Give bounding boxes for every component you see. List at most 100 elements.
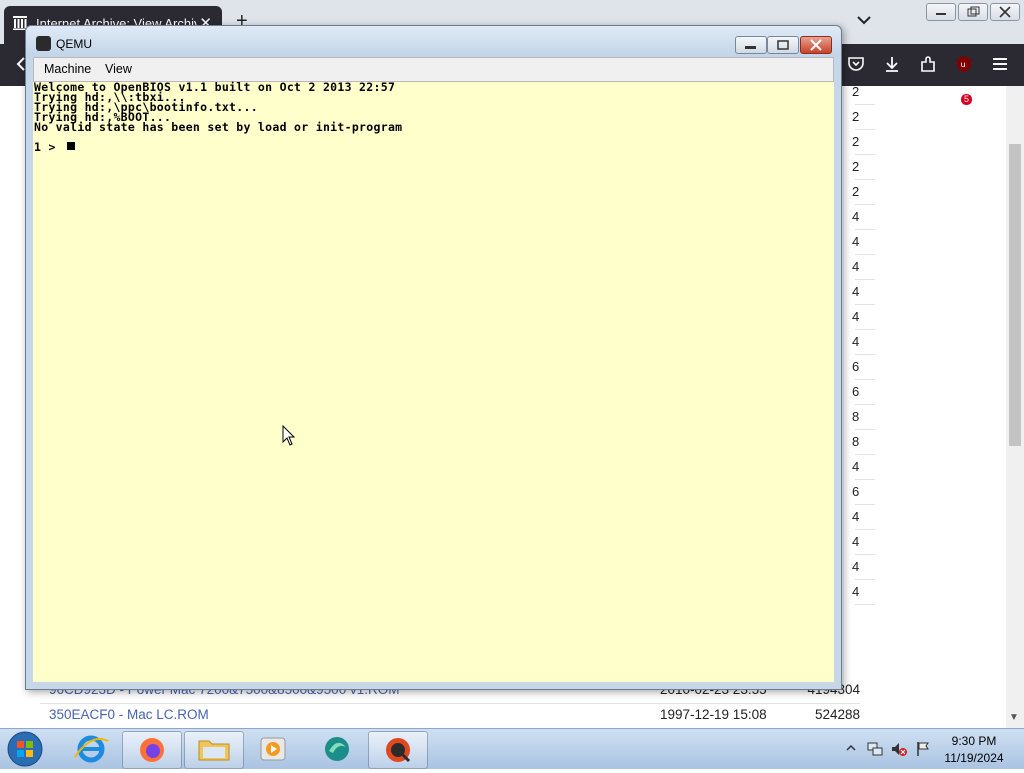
partial-size-digit: 4 [852,459,860,474]
download-icon[interactable] [882,54,902,74]
pocket-icon[interactable] [846,54,866,74]
clock-date[interactable]: 11/19/2024 [940,751,1008,765]
folder-icon [198,740,230,761]
partial-size-digit: 4 [852,534,860,549]
partial-size-digit: 6 [852,384,860,399]
qemu-icon [386,738,411,763]
browser-close-button[interactable] [990,3,1020,21]
hamburger-menu-icon[interactable] [990,54,1010,74]
qemu-display[interactable]: Welcome to OpenBIOS v1.1 built on Oct 2 … [33,81,834,682]
partial-size-digit: 8 [852,409,860,424]
taskbar-app[interactable] [308,731,366,767]
app-icon [325,737,349,761]
qemu-menubar: Machine View [33,57,834,82]
minimize-icon [936,13,946,15]
row-size: 524288 [814,707,860,722]
page-scroll-thumb[interactable] [1009,144,1021,446]
row-divider [855,354,875,355]
page-scrollbar[interactable]: ▼ [1006,86,1024,728]
menu-machine[interactable]: Machine [44,62,91,76]
partial-size-digit: 2 [852,84,860,99]
start-orb-icon[interactable] [5,730,45,768]
console-line: No valid state has been set by load or i… [34,120,403,134]
row-divider [855,304,875,305]
taskbar-file-explorer[interactable] [184,731,244,769]
qemu-minimize-button[interactable] [735,36,767,54]
qemu-window-title: QEMU [56,37,92,51]
taskbar: 9:30 PM 11/19/2024 [0,728,1024,769]
row-divider [855,579,875,580]
qemu-app-icon [36,36,51,51]
partial-size-digit: 4 [852,234,860,249]
partial-size-digit: 4 [852,584,860,599]
row-divider [855,404,875,405]
partial-size-digit: 2 [852,184,860,199]
row-divider [855,229,875,230]
taskbar-internet-explorer[interactable] [62,731,120,767]
row-divider [855,429,875,430]
close-icon [810,39,822,51]
partial-size-digit: 4 [852,309,860,324]
browser-minimize-button[interactable] [926,3,956,21]
svg-text:u: u [961,60,966,69]
menu-view[interactable]: View [105,62,132,76]
internet-explorer-icon [74,735,109,763]
row-divider [855,454,875,455]
partial-size-digit: 4 [852,509,860,524]
browser-restore-button[interactable] [958,3,988,21]
table-row[interactable]: 350EACF0 - Mac LC.ROM 1997-12-19 15:08 5… [0,704,1006,729]
row-date: 1997-12-19 15:08 [660,707,767,722]
partial-size-digit: 4 [852,259,860,274]
row-divider [855,129,875,130]
row-divider [855,204,875,205]
taskbar-firefox[interactable] [122,731,182,769]
row-divider [855,279,875,280]
console-prompt: 1 > [34,140,63,154]
taskbar-qemu[interactable] [368,731,428,769]
close-icon [999,6,1011,18]
partial-size-digit: 4 [852,284,860,299]
row-divider [855,379,875,380]
row-divider [855,329,875,330]
row-divider [855,604,875,605]
qemu-window[interactable]: QEMU Machine View Welcome to OpenBIOS v1… [25,25,842,690]
chevron-down-icon[interactable] [856,12,872,28]
clock-time[interactable]: 9:30 PM [948,734,1000,748]
console-cursor [67,142,75,150]
extensions-icon[interactable] [918,54,938,74]
partial-size-digit: 4 [852,559,860,574]
partial-size-digit: 2 [852,159,860,174]
rom-file-link[interactable]: 350EACF0 - Mac LC.ROM [49,707,209,722]
maximize-icon [777,40,789,50]
action-center-flag-icon[interactable] [914,740,932,758]
volume-muted-icon[interactable] [890,740,908,758]
show-hidden-icons-icon[interactable] [846,743,856,753]
row-divider [855,504,875,505]
extension-badge: 5 [961,94,973,105]
ublock-icon[interactable]: u [954,54,974,74]
scroll-down-arrow-icon[interactable]: ▼ [1009,712,1019,723]
mouse-pointer-icon [282,425,296,446]
row-divider [855,529,875,530]
row-divider [855,254,875,255]
restore-icon [967,6,980,17]
network-icon[interactable] [866,740,884,758]
row-divider [855,179,875,180]
row-divider [855,479,875,480]
partial-size-digit: 2 [852,134,860,149]
partial-size-digit: 2 [852,109,860,124]
qemu-titlebar[interactable]: QEMU [26,26,841,57]
partial-size-digit: 6 [852,484,860,499]
qemu-close-button[interactable] [800,36,832,54]
row-divider [855,104,875,105]
partial-size-digit: 4 [852,334,860,349]
partial-size-digit: 6 [852,359,860,374]
partial-size-digit: 8 [852,434,860,449]
taskbar-media-player[interactable] [244,731,302,767]
partial-size-digit: 4 [852,209,860,224]
minimize-icon [745,46,756,49]
row-divider [855,554,875,555]
row-divider [855,154,875,155]
qemu-maximize-button[interactable] [767,36,799,54]
media-player-icon [260,737,286,761]
